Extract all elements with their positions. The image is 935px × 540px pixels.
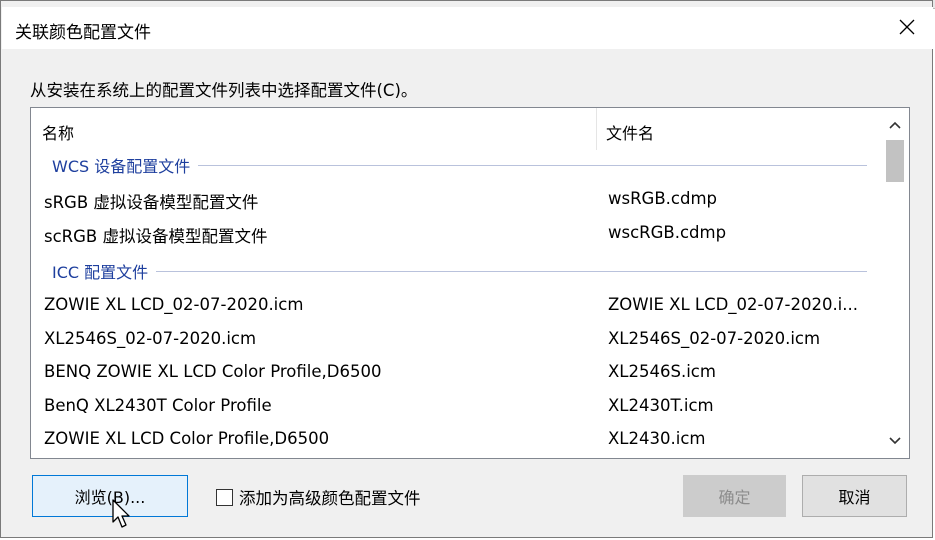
list-item[interactable]: ZOWIE XL LCD Color Profile,D6500 XL2430.… bbox=[31, 423, 880, 456]
chevron-down-icon bbox=[888, 437, 901, 445]
list-item[interactable]: BENQ ZOWIE XL LCD Color Profile,D6500 XL… bbox=[31, 356, 880, 389]
group-divider bbox=[156, 270, 867, 272]
profile-list[interactable]: 名称 文件名 WCS 设备配置文件 sRGB 虚拟设备模型配置文件 wsRGB.… bbox=[30, 107, 910, 459]
profile-name: ZOWIE XL LCD Color Profile,D6500 bbox=[44, 429, 330, 448]
checkbox-label: 添加为高级颜色配置文件 bbox=[239, 489, 421, 508]
group-divider bbox=[198, 164, 867, 166]
group-label: WCS 设备配置文件 bbox=[52, 157, 191, 176]
browse-button[interactable]: 浏览(B)... bbox=[32, 475, 188, 517]
list-item[interactable]: sRGB 虚拟设备模型配置文件 wsRGB.cdmp bbox=[31, 183, 880, 216]
dialog-title: 关联颜色配置文件 bbox=[15, 23, 151, 43]
profile-name: BenQ XL2430T Color Profile bbox=[44, 396, 272, 415]
scroll-thumb[interactable] bbox=[886, 140, 904, 182]
column-header-filename[interactable]: 文件名 bbox=[606, 120, 654, 144]
profile-name: scRGB 虚拟设备模型配置文件 bbox=[44, 227, 268, 246]
column-header-name[interactable]: 名称 bbox=[42, 120, 74, 144]
list-item[interactable]: ZOWIE XL LCD_02-07-2020.icm ZOWIE XL LCD… bbox=[31, 289, 880, 322]
column-divider[interactable] bbox=[596, 108, 597, 150]
scroll-up-button[interactable] bbox=[880, 110, 909, 140]
vertical-scrollbar[interactable] bbox=[880, 108, 909, 458]
profile-filename: wscRGB.cdmp bbox=[608, 223, 727, 242]
list-item[interactable]: BenQ XL2430T Color Profile XL2430T.icm bbox=[31, 390, 880, 423]
group-label: ICC 配置文件 bbox=[52, 263, 149, 282]
title-bar: 关联颜色配置文件 bbox=[2, 7, 933, 49]
profile-filename: wsRGB.cdmp bbox=[608, 189, 717, 208]
profile-filename: XL2546S_02-07-2020.icm bbox=[608, 329, 821, 348]
profile-filename: XL2430T.icm bbox=[608, 396, 714, 415]
chevron-up-icon bbox=[888, 121, 901, 129]
column-header: 名称 文件名 bbox=[31, 108, 880, 150]
ok-button[interactable]: 确定 bbox=[683, 475, 786, 517]
profile-name: BENQ ZOWIE XL LCD Color Profile,D6500 bbox=[44, 362, 382, 381]
cancel-button[interactable]: 取消 bbox=[802, 475, 907, 517]
close-icon bbox=[899, 19, 915, 35]
group-header-wcs: WCS 设备配置文件 bbox=[52, 153, 867, 177]
instruction-text: 从安装在系统上的配置文件列表中选择配置文件(C)。 bbox=[30, 81, 418, 100]
list-item[interactable]: XL2546S_02-07-2020.icm XL2546S_02-07-202… bbox=[31, 323, 880, 356]
profile-filename: XL2546S.icm bbox=[608, 362, 716, 381]
scroll-down-button[interactable] bbox=[880, 426, 909, 456]
profile-filename: XL2430.icm bbox=[608, 429, 706, 448]
list-item[interactable]: scRGB 虚拟设备模型配置文件 wscRGB.cdmp bbox=[31, 217, 880, 250]
mouse-pointer-icon bbox=[112, 499, 130, 528]
advanced-color-profile-option[interactable]: 添加为高级颜色配置文件 bbox=[216, 485, 421, 509]
profile-name: ZOWIE XL LCD_02-07-2020.icm bbox=[44, 295, 304, 314]
associate-color-profile-dialog: 关联颜色配置文件 从安装在系统上的配置文件列表中选择配置文件(C)。 名称 文件… bbox=[0, 0, 933, 538]
profile-filename: ZOWIE XL LCD_02-07-2020.i... bbox=[608, 295, 859, 314]
profile-name: XL2546S_02-07-2020.icm bbox=[44, 329, 257, 348]
close-button[interactable] bbox=[887, 9, 927, 45]
group-header-icc: ICC 配置文件 bbox=[52, 259, 867, 283]
advanced-color-checkbox[interactable] bbox=[216, 488, 233, 506]
profile-name: sRGB 虚拟设备模型配置文件 bbox=[44, 193, 259, 212]
